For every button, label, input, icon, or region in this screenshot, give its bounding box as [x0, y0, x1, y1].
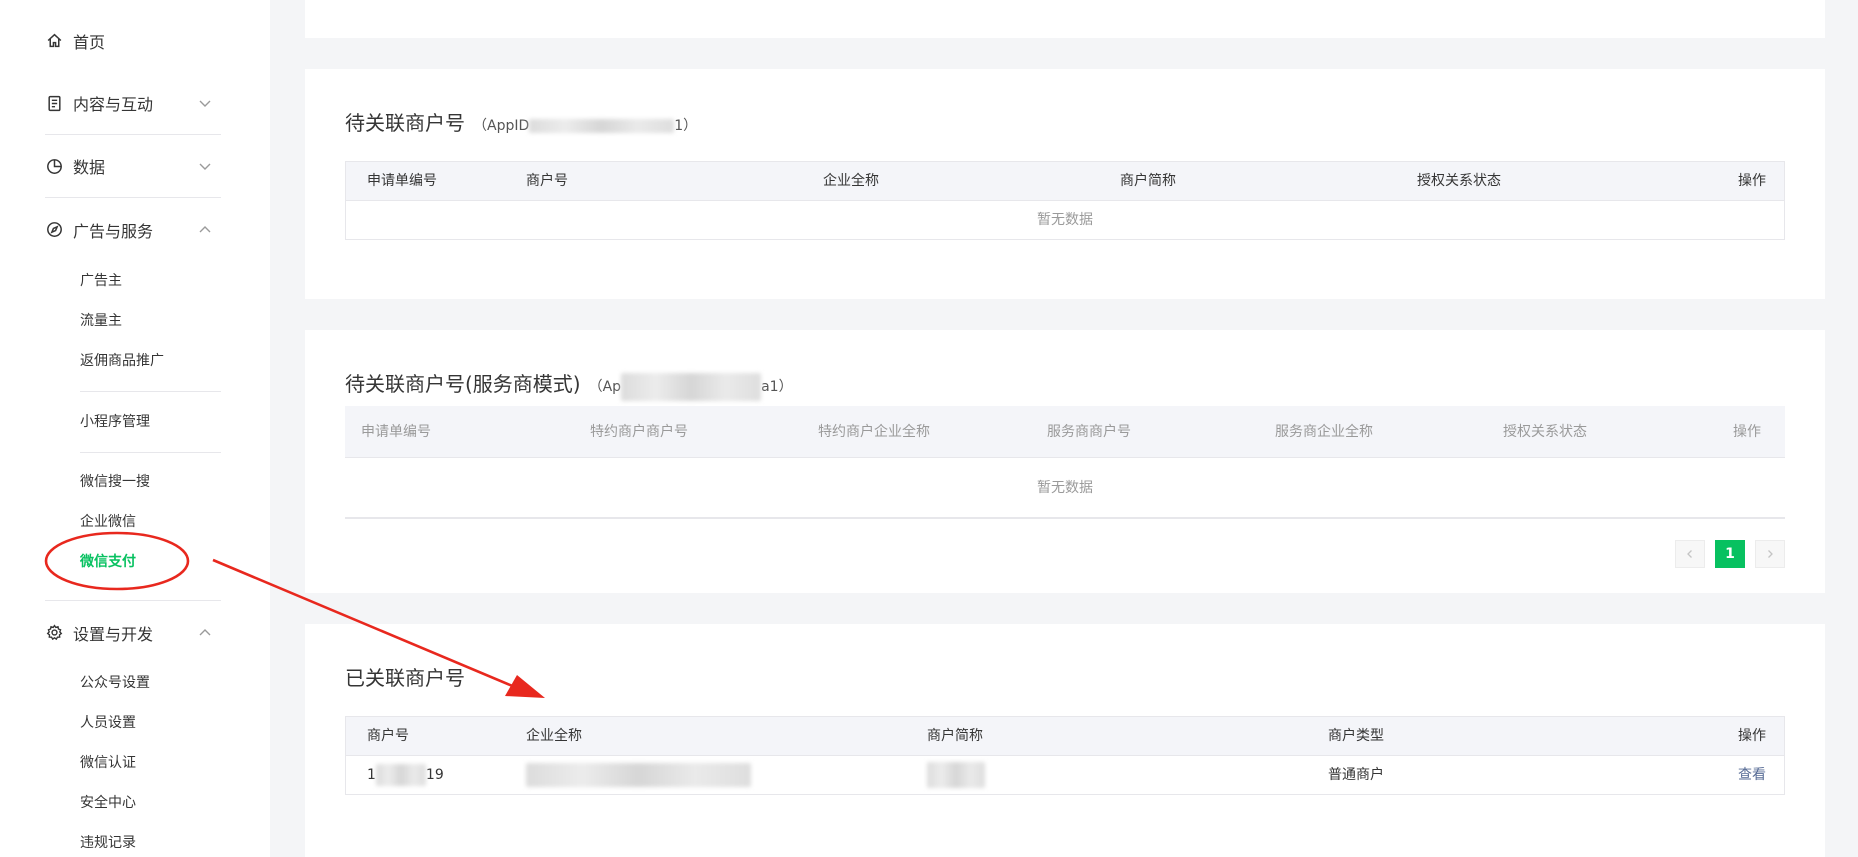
sidebar-subitem-verification[interactable]: 微信认证	[80, 753, 136, 773]
appid-label: （AppID 1）	[473, 115, 697, 135]
linked-table: 商户号 企业全称 商户简称 商户类型 操作 1 19 普通商户 查看	[345, 716, 1785, 795]
sidebar-subitem-rebate[interactable]: 返佣商品推广	[80, 351, 164, 371]
sidebar-subitem-violations[interactable]: 违规记录	[80, 833, 136, 853]
panel-linked: 已关联商户号 商户号 企业全称 商户简称 商户类型 操作 1 19 普通商户 查看	[305, 624, 1825, 857]
chevron-up-icon	[199, 225, 211, 232]
panel-top	[305, 0, 1825, 38]
view-link[interactable]: 查看	[1738, 756, 1766, 794]
sidebar-item-content[interactable]: 内容与互动	[45, 72, 221, 135]
column-header: 申请单编号	[367, 173, 437, 189]
pending-table: 申请单编号 商户号 企业全称 商户简称 授权关系状态 操作 暂无数据	[345, 161, 1785, 240]
sidebar-subitem-staff-settings[interactable]: 人员设置	[80, 713, 136, 733]
appid-prefix: （AppID	[473, 118, 530, 134]
sidebar-item-label: 数据	[73, 158, 106, 177]
divider	[80, 452, 221, 453]
sidebar-item-data[interactable]: 数据	[45, 135, 221, 198]
pagination: 1	[1665, 540, 1785, 568]
column-header: 操作	[1738, 728, 1766, 744]
column-header: 特约商户企业全称	[818, 424, 930, 440]
section-title: 待关联商户号(服务商模式) （Ap a1）	[345, 368, 793, 401]
sidebar-subitem-publisher[interactable]: 流量主	[80, 311, 122, 331]
section-title-text: 待关联商户号	[345, 111, 465, 135]
appid-suffix: a1）	[761, 379, 793, 395]
column-header: 操作	[1738, 173, 1766, 189]
sidebar-item-settings[interactable]: 设置与开发	[45, 601, 221, 664]
empty-state: 暂无数据	[1037, 212, 1093, 228]
merchant-id-cell: 1 19	[367, 756, 444, 794]
section-title-text: 待关联商户号(服务商模式)	[345, 372, 581, 396]
table-header: 申请单编号 特约商户商户号 特约商户企业全称 服务商商户号 服务商企业全称 授权…	[345, 406, 1785, 458]
merchant-id-prefix: 1	[367, 767, 376, 783]
column-header: 服务商商户号	[1047, 424, 1131, 440]
sidebar-item-ads[interactable]: 广告与服务	[45, 198, 221, 261]
pending-sp-table: 申请单编号 特约商户商户号 特约商户企业全称 服务商商户号 服务商企业全称 授权…	[345, 406, 1785, 519]
sidebar: 首页 内容与互动 数据 广告与服务 广告主 流量主 返佣商品推广 小程序管理 微…	[0, 0, 270, 857]
column-header: 服务商企业全称	[1275, 424, 1373, 440]
sidebar-item-label: 广告与服务	[73, 221, 154, 241]
section-title-text: 已关联商户号	[345, 666, 465, 690]
table-header: 申请单编号 商户号 企业全称 商户简称 授权关系状态 操作	[346, 162, 1784, 201]
panel-pending: 待关联商户号 （AppID 1） 申请单编号 商户号 企业全称 商户简称 授权关系…	[305, 69, 1825, 299]
sidebar-item-label: 首页	[73, 32, 106, 52]
prev-page-button[interactable]	[1675, 540, 1705, 568]
redacted-block	[526, 763, 751, 787]
gear-icon	[45, 624, 63, 642]
sidebar-subitem-wecom[interactable]: 企业微信	[80, 512, 136, 532]
column-header: 授权关系状态	[1503, 424, 1587, 440]
redacted-block	[529, 119, 675, 133]
sidebar-subitem-miniprogram[interactable]: 小程序管理	[80, 412, 150, 432]
compass-icon	[45, 221, 63, 239]
column-header: 商户简称	[927, 728, 983, 744]
empty-state: 暂无数据	[345, 458, 1785, 518]
column-header: 企业全称	[823, 173, 879, 189]
sidebar-item-label: 内容与互动	[73, 95, 154, 114]
column-header: 企业全称	[526, 728, 582, 744]
next-page-button[interactable]	[1755, 540, 1785, 568]
table-row: 1 19 普通商户 查看	[346, 756, 1784, 794]
section-title: 已关联商户号	[345, 662, 465, 691]
pie-chart-icon	[45, 157, 63, 175]
sidebar-subitem-account-settings[interactable]: 公众号设置	[80, 673, 150, 693]
column-header: 特约商户商户号	[590, 424, 688, 440]
section-title: 待关联商户号 （AppID 1）	[345, 107, 697, 136]
merchant-id-suffix: 19	[425, 767, 444, 783]
column-header: 操作	[1733, 424, 1761, 440]
column-header: 商户类型	[1328, 728, 1384, 744]
table-header: 商户号 企业全称 商户简称 商户类型 操作	[346, 717, 1784, 756]
company-name-cell	[526, 756, 751, 794]
chevron-up-icon	[199, 628, 211, 635]
column-header: 商户号	[526, 173, 568, 189]
column-header: 商户号	[367, 728, 409, 744]
sidebar-item-label: 设置与开发	[73, 624, 154, 644]
sidebar-subitem-wechat-pay[interactable]: 微信支付	[80, 552, 136, 572]
home-icon	[45, 32, 63, 50]
appid-prefix: （Ap	[588, 379, 622, 395]
chevron-left-icon	[1687, 550, 1692, 558]
panel-pending-sp: 待关联商户号(服务商模式) （Ap a1） 申请单编号 特约商户商户号 特约商户企…	[305, 330, 1825, 593]
short-name-cell	[927, 756, 985, 794]
chevron-down-icon	[199, 163, 211, 170]
column-header: 申请单编号	[361, 424, 431, 440]
redacted-block	[927, 762, 985, 788]
sidebar-subitem-search[interactable]: 微信搜一搜	[80, 472, 150, 492]
chevron-down-icon	[199, 100, 211, 107]
column-header: 授权关系状态	[1417, 173, 1501, 189]
redacted-block	[375, 764, 426, 786]
column-header: 商户简称	[1120, 173, 1176, 189]
merchant-type-cell: 普通商户	[1328, 767, 1384, 783]
document-icon	[45, 94, 63, 112]
appid-suffix: 1）	[674, 118, 698, 134]
divider	[80, 391, 221, 392]
sidebar-subitem-security[interactable]: 安全中心	[80, 793, 136, 813]
chevron-right-icon	[1768, 550, 1773, 558]
page-button-1[interactable]: 1	[1715, 540, 1745, 568]
redacted-block	[621, 373, 762, 401]
sidebar-item-home[interactable]: 首页	[45, 9, 221, 72]
appid-label: （Ap a1）	[589, 373, 793, 401]
sidebar-subitem-advertiser[interactable]: 广告主	[80, 271, 122, 291]
